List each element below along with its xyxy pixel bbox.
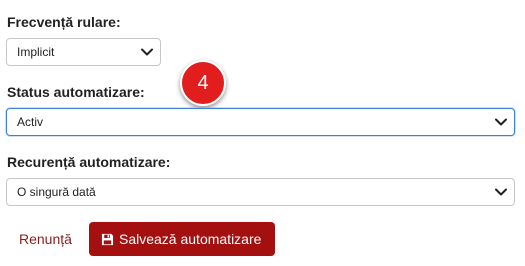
save-automation-label: Salvează automatizare [119, 231, 262, 247]
automation-recurrence-select[interactable]: O singură dată [6, 178, 515, 206]
step-number-badge: 4 [180, 60, 226, 106]
save-automation-button[interactable]: Salvează automatizare [89, 222, 275, 256]
floppy-disk-icon [101, 232, 115, 246]
automation-status-value: Activ [17, 115, 44, 129]
chevron-down-icon [140, 45, 154, 59]
run-frequency-select[interactable]: Implicit [6, 38, 161, 66]
cancel-link[interactable]: Renunță [19, 231, 72, 247]
chevron-down-icon [494, 115, 508, 129]
automation-status-select[interactable]: Activ [6, 108, 515, 136]
automation-recurrence-label: Recurență automatizare: [7, 154, 171, 170]
run-frequency-value: Implicit [17, 45, 55, 59]
chevron-down-icon [494, 185, 508, 199]
automation-status-label: Status automatizare: [7, 84, 145, 100]
automation-recurrence-value: O singură dată [17, 185, 96, 199]
run-frequency-label: Frecvență rulare: [7, 14, 121, 30]
automation-settings-form: Frecvență rulare: Implicit 4 Status auto… [0, 0, 525, 266]
